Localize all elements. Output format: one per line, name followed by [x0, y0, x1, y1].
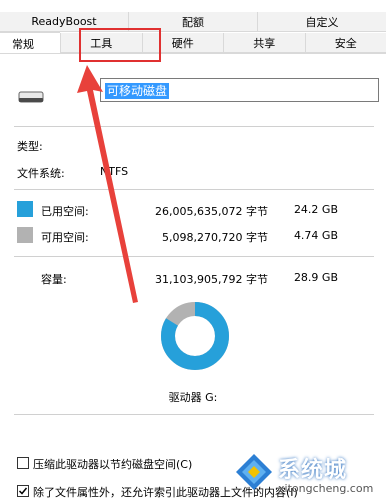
watermark-logo-icon	[236, 454, 272, 490]
watermark-url: xitongcheng.com	[278, 482, 374, 495]
annotation-arrow	[77, 65, 138, 303]
watermark-text: 系统城	[278, 458, 348, 483]
watermark: 系统城 xitongcheng.com	[234, 452, 380, 498]
